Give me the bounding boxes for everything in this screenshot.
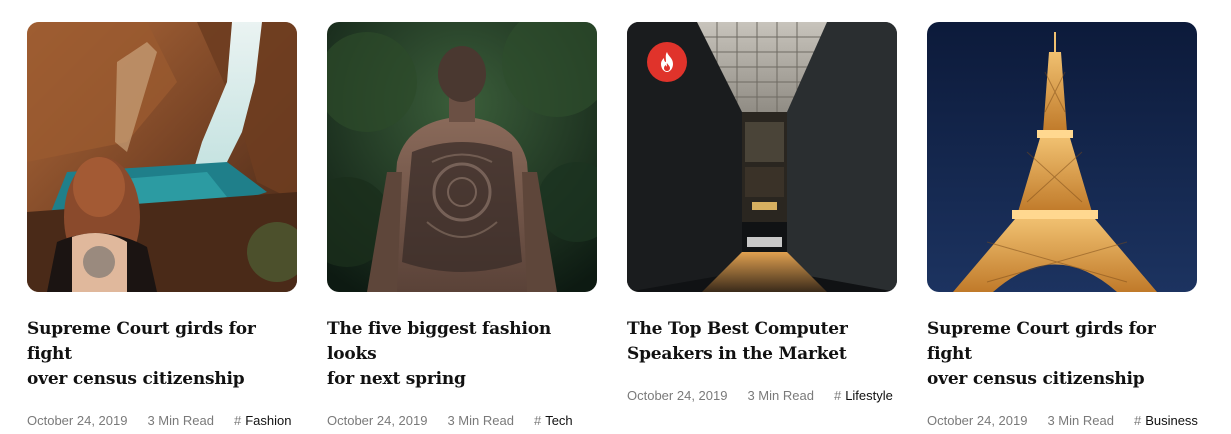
post-date: October 24, 2019 [27,413,128,428]
post-read-time: 3 Min Read [147,413,214,428]
hash-icon: # [233,413,242,428]
post-meta: October 24, 2019 3 Min Read # Business [927,413,1199,428]
hash-icon: # [833,388,842,403]
post-read-time: 3 Min Read [1047,413,1114,428]
post-card: Supreme Court girds for fight over censu… [927,22,1199,428]
post-meta: October 24, 2019 3 Min Read # Tech [327,413,599,428]
post-tag-label: Tech [545,413,573,428]
post-meta: October 24, 2019 3 Min Read # Fashion [27,413,299,428]
post-card: The Top Best Computer Speakers in the Ma… [627,22,899,403]
post-thumbnail[interactable] [927,22,1197,292]
trending-badge [647,42,687,82]
post-thumbnail[interactable] [27,22,297,292]
post-card: The five biggest fashion looks for next … [327,22,599,428]
post-read-time: 3 Min Read [747,388,814,403]
post-tag-label: Business [1145,413,1198,428]
post-date: October 24, 2019 [327,413,428,428]
post-read-time: 3 Min Read [447,413,514,428]
post-tag-link[interactable]: # Business [1134,413,1198,428]
post-date: October 24, 2019 [627,388,728,403]
hash-icon: # [533,413,542,428]
post-thumbnail[interactable] [627,22,897,292]
flame-icon [661,52,673,72]
post-title[interactable]: Supreme Court girds for fight over censu… [927,317,1199,392]
post-meta: October 24, 2019 3 Min Read # Lifestyle [627,388,899,403]
post-tag-link[interactable]: # Fashion [234,413,291,428]
post-tag-label: Fashion [245,413,292,428]
post-tag-link[interactable]: # Tech [534,413,573,428]
waterfall-photo [27,22,297,292]
post-grid: Supreme Court girds for fight over censu… [0,0,1231,434]
eiffel-tower-photo [927,22,1197,292]
hash-icon: # [1133,413,1142,428]
post-card: Supreme Court girds for fight over censu… [27,22,299,428]
tattooed-man-photo [327,22,597,292]
post-tag-link[interactable]: # Lifestyle [834,388,893,403]
post-date: October 24, 2019 [927,413,1028,428]
post-thumbnail[interactable] [327,22,597,292]
post-title[interactable]: Supreme Court girds for fight over censu… [27,317,299,392]
post-title[interactable]: The five biggest fashion looks for next … [327,317,599,392]
post-tag-label: Lifestyle [845,388,893,403]
post-title[interactable]: The Top Best Computer Speakers in the Ma… [627,317,899,367]
